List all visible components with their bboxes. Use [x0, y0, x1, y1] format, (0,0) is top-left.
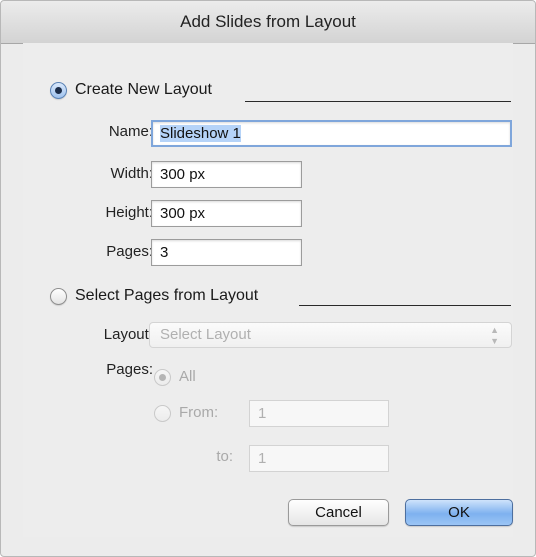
select-arrows-icon: ▲ ▼ — [490, 325, 499, 346]
add-slides-dialog: Add Slides from Layout Create New Layout… — [0, 0, 536, 557]
name-value: Slideshow 1 — [160, 125, 241, 142]
to-label: to: — [216, 448, 233, 465]
layout-select[interactable]: Select Layout ▲ ▼ — [149, 322, 512, 348]
to-page-field[interactable]: 1 — [249, 445, 389, 472]
section-divider-create — [245, 101, 511, 102]
width-label: Width: — [110, 165, 153, 182]
height-label: Height: — [105, 204, 153, 221]
pages-from-label: From: — [179, 404, 219, 421]
pages-all-label: All — [179, 368, 196, 385]
pages-field[interactable]: 3 — [151, 239, 302, 266]
layout-label: Layout: — [103, 326, 153, 343]
cancel-button[interactable]: Cancel — [288, 499, 389, 526]
dialog-content: Create New Layout Name: Slideshow 1 Widt… — [23, 43, 513, 537]
create-new-layout-radio[interactable] — [50, 82, 67, 99]
create-new-layout-heading: Create New Layout — [75, 81, 212, 98]
name-label: Name: — [108, 123, 153, 140]
name-field[interactable]: Slideshow 1 — [151, 120, 512, 147]
from-page-field[interactable]: 1 — [249, 400, 389, 427]
width-field[interactable]: 300 px — [151, 161, 302, 188]
ok-button[interactable]: OK — [405, 499, 513, 526]
pages-from-radio[interactable] — [154, 405, 171, 422]
layout-select-value: Select Layout — [160, 326, 251, 343]
select-pages-heading: Select Pages from Layout — [75, 287, 259, 304]
pages-label: Pages: — [106, 243, 153, 260]
select-pages-radio[interactable] — [50, 288, 67, 305]
dialog-title: Add Slides from Layout — [1, 1, 535, 44]
pages-all-radio[interactable] — [154, 369, 171, 386]
section-divider-select — [299, 305, 511, 306]
pages-mode-label: Pages: — [106, 361, 153, 378]
height-field[interactable]: 300 px — [151, 200, 302, 227]
